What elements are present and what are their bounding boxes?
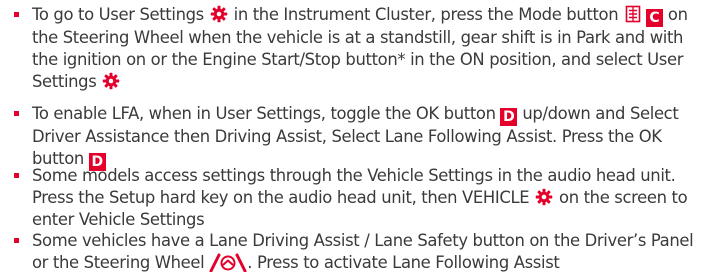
item-text: To go to User Settings: [32, 5, 204, 24]
bullet-marker: [14, 111, 19, 116]
mode-button-icon: [625, 5, 641, 23]
list-item: To go to User Settings in the Instrument…: [14, 4, 701, 93]
bullet-marker: [14, 238, 19, 243]
item-text: To enable LFA, when in User Settings, to…: [32, 104, 496, 123]
item-text: in the Instrument Cluster, press the Mod…: [233, 5, 619, 24]
list-item: Some models access settings through the …: [14, 165, 701, 231]
gear-icon: [102, 72, 120, 90]
list-item: Some vehicles have a Lane Driving Assist…: [14, 230, 701, 274]
callout-badge-c: C: [646, 9, 664, 27]
item-text: . Press to activate Lane Following Assis…: [247, 253, 560, 272]
gear-icon: [535, 188, 553, 206]
bullet-marker: [14, 12, 19, 17]
gear-icon: [210, 5, 228, 23]
callout-badge-d: D: [500, 108, 518, 126]
lane-assist-icon: [209, 253, 247, 272]
bullet-marker: [14, 173, 19, 178]
list-item: To enable LFA, when in User Settings, to…: [14, 103, 701, 171]
